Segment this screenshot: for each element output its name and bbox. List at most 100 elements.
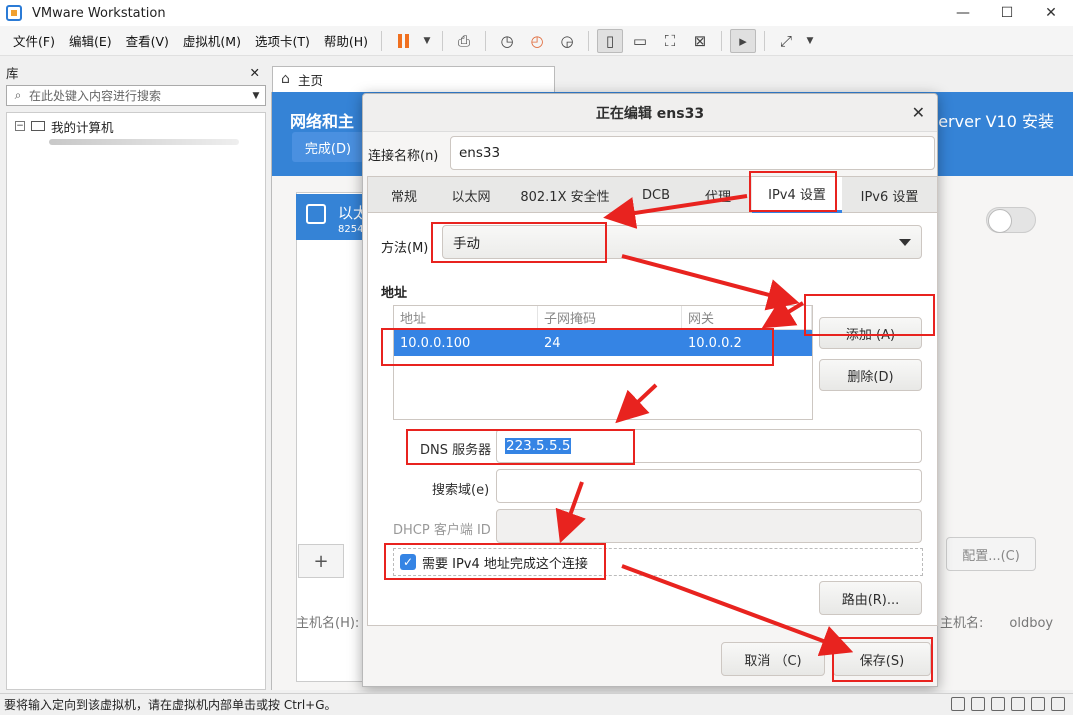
redacted-vm-name bbox=[49, 139, 239, 145]
dialog-close-icon[interactable]: ✕ bbox=[912, 103, 925, 122]
address-heading: 地址 bbox=[381, 286, 408, 301]
save-button[interactable]: 保存(S) bbox=[833, 642, 931, 676]
add-device-button[interactable]: + bbox=[298, 544, 344, 578]
window-title: VMware Workstation bbox=[32, 5, 166, 21]
library-header: 库 ✕ bbox=[0, 62, 266, 82]
toolbar-divider bbox=[721, 30, 723, 51]
guest-page-title: 网络和主 bbox=[290, 112, 355, 131]
chevron-down-icon[interactable]: ▼ bbox=[247, 91, 265, 101]
search-icon: ⌕ bbox=[14, 88, 22, 102]
menu-tabs[interactable]: 选项卡(T) bbox=[248, 31, 317, 50]
menu-bar: 文件(F) 编辑(E) 查看(V) 虚拟机(M) 选项卡(T) 帮助(H) ▼ … bbox=[0, 26, 1073, 56]
tab-ipv6-settings[interactable]: IPv6 设置 bbox=[842, 177, 937, 213]
address-table-header: 地址 子网掩码 网关 bbox=[394, 306, 812, 330]
library-search-placeholder: 在此处键入内容进行搜索 bbox=[29, 89, 162, 103]
chevron-down-icon[interactable]: ▼ bbox=[803, 29, 817, 53]
connection-name-input[interactable]: ens33 bbox=[450, 136, 935, 170]
tab-ipv4-settings[interactable]: IPv4 设置 bbox=[752, 177, 842, 213]
vmware-app-icon bbox=[6, 5, 22, 21]
collapse-icon[interactable]: − bbox=[15, 121, 25, 131]
method-select[interactable]: 手动 bbox=[442, 225, 922, 259]
method-label: 方法(M) bbox=[381, 241, 429, 256]
search-domain-input[interactable] bbox=[496, 469, 922, 503]
configure-button[interactable]: 配置...(C) bbox=[946, 537, 1036, 571]
menu-vm[interactable]: 虚拟机(M) bbox=[176, 31, 248, 50]
dns-input[interactable]: 223.5.5.5 bbox=[496, 429, 922, 463]
tab-strip: 主页 bbox=[272, 64, 1073, 92]
chevron-down-icon[interactable]: ▼ bbox=[420, 29, 434, 53]
device-status-icons bbox=[951, 697, 1065, 711]
menu-view[interactable]: 查看(V) bbox=[119, 31, 176, 50]
current-hostname-label: 主机名: bbox=[940, 616, 984, 631]
method-value: 手动 bbox=[453, 236, 480, 252]
hard-disk-icon[interactable] bbox=[951, 697, 965, 711]
menu-edit[interactable]: 编辑(E) bbox=[62, 31, 119, 50]
computer-icon bbox=[31, 121, 45, 131]
done-button[interactable]: 完成(D) bbox=[292, 132, 364, 162]
maximize-button[interactable]: ☐ bbox=[985, 0, 1029, 26]
column-address: 地址 bbox=[394, 306, 538, 329]
toolbar-divider bbox=[485, 30, 487, 51]
menu-file[interactable]: 文件(F) bbox=[6, 31, 62, 50]
snapshot-manager-icon[interactable]: ◶ bbox=[554, 29, 580, 53]
title-bar: VMware Workstation — ☐ ✕ bbox=[0, 0, 1073, 26]
search-domain-label: 搜索域(e) bbox=[432, 483, 490, 498]
sidebar-view-icon[interactable]: ▯ bbox=[597, 28, 624, 53]
snapshot-icon[interactable]: ◷ bbox=[494, 29, 520, 53]
tree-item-my-computer[interactable]: − 我的计算机 bbox=[7, 115, 265, 137]
revert-snapshot-icon[interactable]: ◴ bbox=[524, 29, 550, 53]
usb-icon[interactable] bbox=[1011, 697, 1025, 711]
library-search-input[interactable]: ⌕ 在此处键入内容进行搜索 ▼ bbox=[6, 85, 266, 106]
sound-icon[interactable] bbox=[1031, 697, 1045, 711]
network-adapter-icon[interactable] bbox=[991, 697, 1005, 711]
tab-general[interactable]: 常规 bbox=[368, 177, 440, 213]
send-keys-icon[interactable]: ⎙ bbox=[451, 29, 477, 53]
library-title: 库 bbox=[6, 65, 19, 81]
current-hostname: 主机名: oldboy bbox=[940, 612, 1053, 631]
unity-icon[interactable]: ⊠ bbox=[687, 29, 713, 53]
settings-notebook: 常规 以太网 802.1X 安全性 DCB 代理 IPv4 设置 IPv6 设置… bbox=[367, 176, 938, 626]
chevron-down-icon bbox=[899, 239, 911, 246]
thumbnail-bar-icon[interactable]: ▭ bbox=[627, 29, 653, 53]
tab-home[interactable]: 主页 bbox=[272, 66, 555, 92]
status-bar: 要将输入定向到该虚拟机，请在虚拟机内部单击或按 Ctrl+G。 bbox=[0, 693, 1073, 715]
cell-gateway[interactable]: 10.0.0.2 bbox=[682, 330, 812, 356]
tab-8021x-security[interactable]: 802.1X 安全性 bbox=[502, 177, 628, 213]
table-row[interactable]: 10.0.0.100 24 10.0.0.2 bbox=[394, 330, 812, 356]
column-netmask: 子网掩码 bbox=[538, 306, 682, 329]
toolbar-divider bbox=[588, 30, 590, 51]
network-toggle[interactable] bbox=[986, 207, 1036, 233]
edit-connection-dialog: 正在编辑 ens33 ✕ 连接名称(n) ens33 常规 以太网 802.1X… bbox=[362, 93, 938, 687]
require-ipv4-checkbox-row[interactable]: ✓ 需要 IPv4 地址完成这个连接 bbox=[393, 548, 923, 576]
fullscreen-icon[interactable]: ⛶ bbox=[657, 29, 683, 53]
tab-dcb[interactable]: DCB bbox=[628, 177, 684, 213]
pause-icon[interactable] bbox=[390, 29, 416, 53]
console-view-icon[interactable]: ▸ bbox=[730, 28, 757, 53]
display-icon[interactable] bbox=[1051, 697, 1065, 711]
minimize-button[interactable]: — bbox=[941, 0, 985, 26]
dhcp-client-id-label: DHCP 客户端 ID bbox=[393, 523, 491, 538]
home-icon bbox=[281, 71, 293, 87]
hostname-label: 主机名(H): bbox=[296, 616, 360, 631]
require-ipv4-label: 需要 IPv4 地址完成这个连接 bbox=[422, 556, 588, 572]
tab-proxy[interactable]: 代理 bbox=[684, 177, 752, 213]
cancel-button[interactable]: 取消 （C) bbox=[721, 642, 825, 676]
cell-address[interactable]: 10.0.0.100 bbox=[394, 330, 538, 356]
delete-address-button[interactable]: 删除(D) bbox=[819, 359, 922, 391]
tab-ethernet[interactable]: 以太网 bbox=[440, 177, 502, 213]
dns-value: 223.5.5.5 bbox=[505, 438, 572, 454]
add-address-button[interactable]: 添加 (A) bbox=[819, 317, 922, 349]
stretch-icon[interactable]: ⤢ bbox=[773, 29, 799, 53]
dns-label: DNS 服务器 bbox=[420, 443, 492, 458]
menu-help[interactable]: 帮助(H) bbox=[317, 31, 375, 50]
cell-netmask[interactable]: 24 bbox=[538, 330, 682, 356]
toolbar-divider bbox=[381, 30, 383, 51]
device-model: 8254 bbox=[338, 224, 364, 235]
routes-button[interactable]: 路由(R)... bbox=[819, 581, 922, 615]
cd-drive-icon[interactable] bbox=[971, 697, 985, 711]
close-button[interactable]: ✕ bbox=[1029, 0, 1073, 26]
tab-home-label: 主页 bbox=[298, 73, 324, 88]
checkbox-checked-icon[interactable]: ✓ bbox=[400, 554, 416, 570]
library-close-icon[interactable]: ✕ bbox=[250, 65, 260, 80]
settings-tabs: 常规 以太网 802.1X 安全性 DCB 代理 IPv4 设置 IPv6 设置 bbox=[368, 177, 937, 213]
